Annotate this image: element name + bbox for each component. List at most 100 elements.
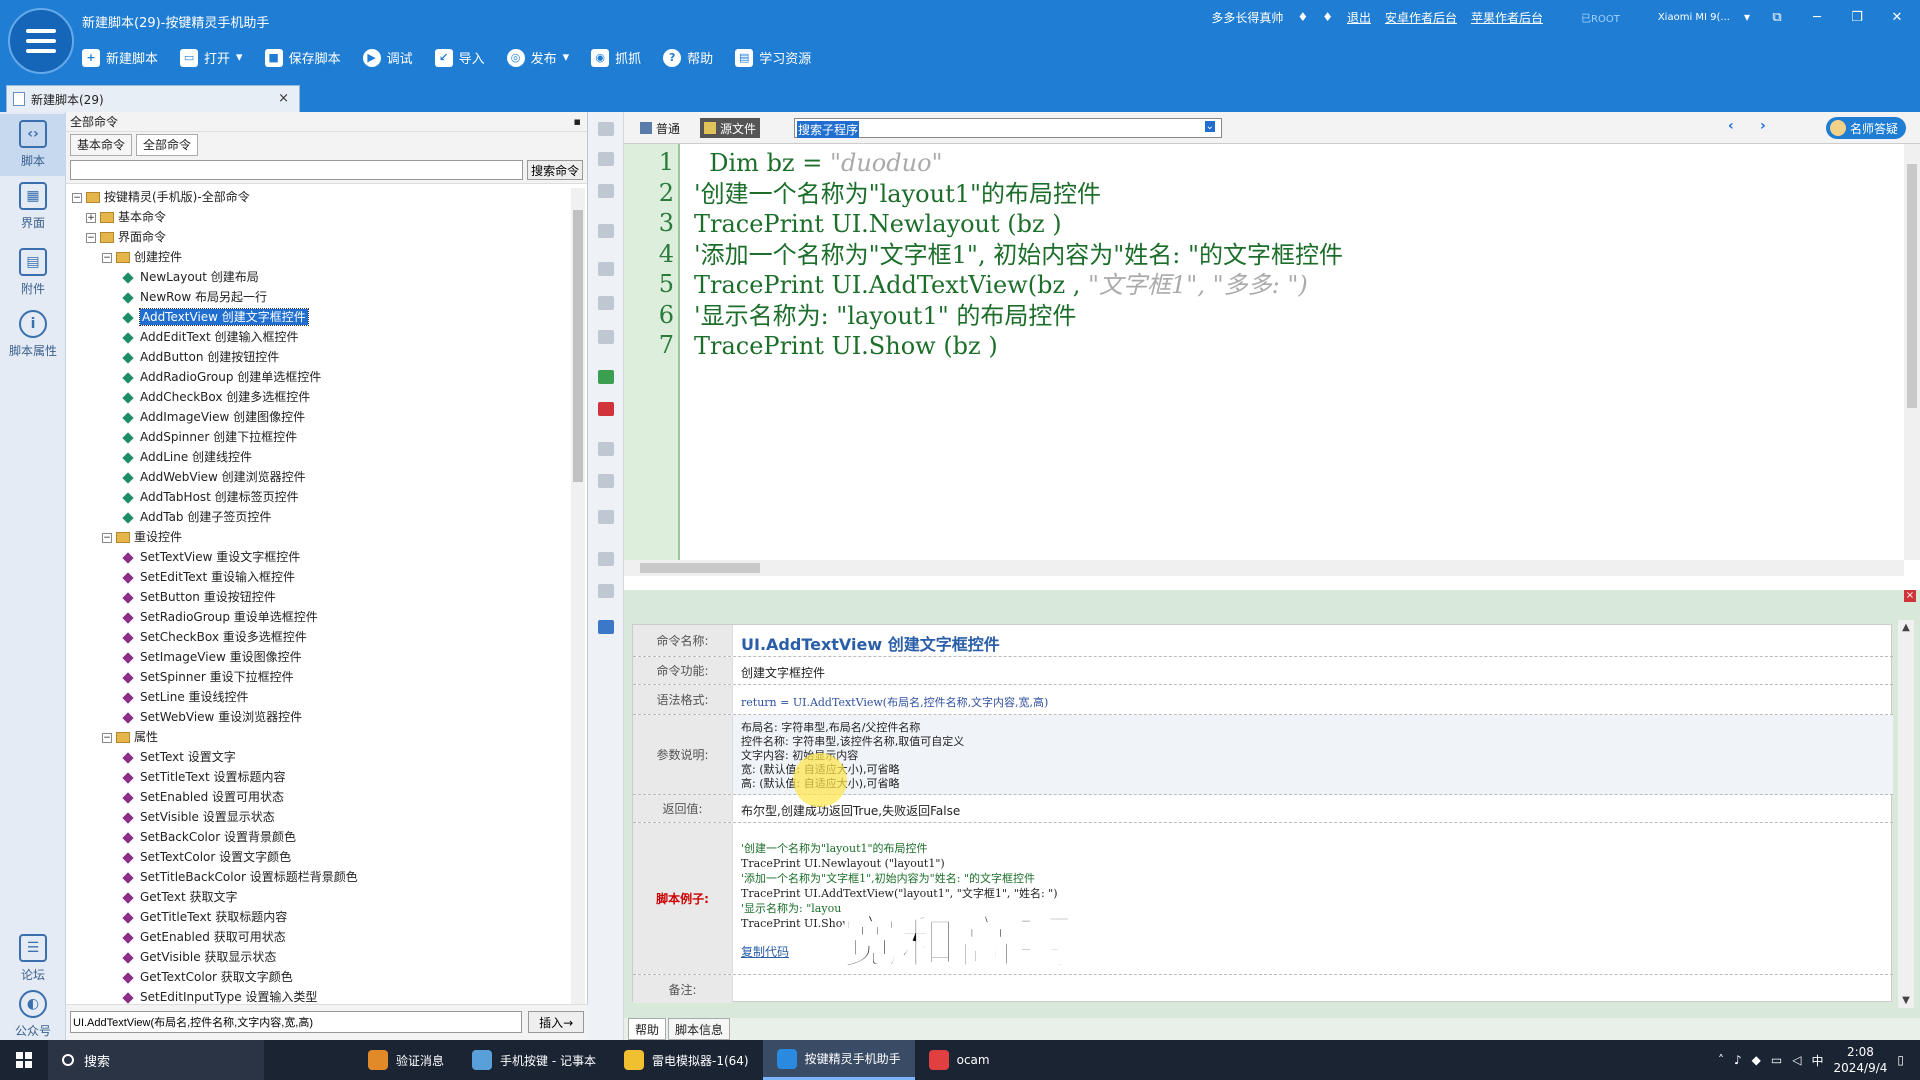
find-icon[interactable]: [598, 552, 614, 566]
tree-scrollbar[interactable]: [571, 188, 585, 1004]
uncomment-icon[interactable]: [598, 402, 614, 416]
nav-forward-icon[interactable]: ›: [1760, 118, 1766, 134]
command-tree-item[interactable]: SetSpinner 重设下拉框控件: [122, 668, 294, 687]
help-panel-scrollbar[interactable]: ▲ ▼: [1898, 620, 1914, 1008]
tab-script-info[interactable]: 脚本信息: [668, 1018, 731, 1040]
start-button[interactable]: [0, 1040, 48, 1080]
code-line[interactable]: '添加一个名称为"文字框1", 初始内容为"姓名: "的文字框控件: [694, 240, 1343, 270]
command-tree-item[interactable]: SetBackColor 设置背景颜色: [122, 828, 296, 847]
command-tree-item[interactable]: AddRadioGroup 创建单选框控件: [122, 368, 321, 387]
tree-scrollbar-thumb[interactable]: [573, 210, 583, 482]
nav-back-icon[interactable]: ‹: [1728, 118, 1734, 134]
command-tree-item[interactable]: AddTextView 创建文字框控件: [122, 308, 309, 327]
volume-icon[interactable]: ◁: [1792, 1053, 1801, 1067]
clipboard-icon[interactable]: [598, 330, 614, 344]
user-name[interactable]: 多多长得真帅: [1211, 9, 1283, 26]
import-button[interactable]: ↙ 导入: [434, 48, 485, 67]
paste-icon[interactable]: [598, 262, 614, 276]
command-search-input[interactable]: [70, 160, 524, 180]
minimize-button[interactable]: ─: [1804, 10, 1830, 25]
command-tree-item[interactable]: NewLayout 创建布局: [122, 268, 259, 287]
maximize-button[interactable]: ❐: [1844, 10, 1870, 25]
command-tree-item[interactable]: SetImageView 重设图像控件: [122, 648, 302, 667]
redo-icon[interactable]: [598, 474, 614, 488]
duplicate-icon[interactable]: [598, 296, 614, 310]
collapse-icon[interactable]: −: [86, 232, 96, 243]
rail-forum[interactable]: ☰ 论坛: [0, 934, 66, 983]
search-command-button[interactable]: 搜索命令: [527, 160, 583, 180]
command-tree-item[interactable]: SetEnabled 设置可用状态: [122, 788, 284, 807]
rail-attachment[interactable]: ▤ 附件: [0, 248, 66, 297]
command-tree-item[interactable]: SetTextColor 设置文字颜色: [122, 848, 291, 867]
rail-script-props[interactable]: i 脚本属性: [0, 310, 66, 359]
mode-source-button[interactable]: 源文件: [700, 118, 761, 138]
command-tree-item[interactable]: SetCheckBox 重设多选框控件: [122, 628, 307, 647]
app-menu-button[interactable]: [8, 8, 74, 74]
command-tree-item[interactable]: SetWebView 重设浏览器控件: [122, 708, 302, 727]
editor-horizontal-scrollbar[interactable]: [624, 560, 1904, 576]
tray-app-icon[interactable]: ◆: [1752, 1053, 1761, 1067]
taskbar-app[interactable]: ocam: [915, 1040, 1004, 1080]
command-tree-group[interactable]: − 重设控件: [102, 528, 182, 547]
command-tree-item[interactable]: GetTitleText 获取标题内容: [122, 908, 287, 927]
notification-icon[interactable]: ▯: [1897, 1053, 1904, 1067]
tab-close-icon[interactable]: ×: [278, 91, 289, 106]
undo-icon[interactable]: [598, 442, 614, 456]
tab-basic-commands[interactable]: 基本命令: [70, 134, 133, 156]
collapse-icon[interactable]: −: [72, 192, 82, 203]
command-tree-item[interactable]: GetTextColor 获取文字颜色: [122, 968, 293, 987]
mode-normal-button[interactable]: 普通: [636, 118, 684, 138]
command-tree-item[interactable]: AddWebView 创建浏览器控件: [122, 468, 306, 487]
restore-layout-icon[interactable]: ⧉: [1764, 10, 1790, 25]
code-line[interactable]: TracePrint UI.Newlayout (bz ): [694, 209, 1062, 239]
rail-wechat[interactable]: ◐ 公众号: [0, 990, 66, 1039]
taskbar-search[interactable]: 搜索: [48, 1040, 264, 1080]
cut-icon[interactable]: [598, 184, 614, 198]
command-tree-group[interactable]: + 基本命令: [86, 208, 166, 227]
code-line[interactable]: '创建一个名称为"layout1"的布局控件: [694, 179, 1101, 209]
scroll-down-icon[interactable]: ▼: [1898, 995, 1914, 1006]
help-button[interactable]: ? 帮助: [663, 48, 713, 67]
command-tree-item[interactable]: SetButton 重设按钮控件: [122, 588, 276, 607]
command-tree-item[interactable]: SetEditText 重设输入框控件: [122, 568, 295, 587]
collapse-icon[interactable]: −: [102, 532, 112, 543]
code-line[interactable]: Dim bz = "duoduo": [694, 148, 942, 178]
editor-vscroll-thumb[interactable]: [1907, 164, 1917, 408]
rail-ui[interactable]: ▦ 界面: [0, 182, 66, 231]
command-tree-item[interactable]: AddButton 创建按钮控件: [122, 348, 279, 367]
subroutine-search-select[interactable]: 搜索子程序 ⌄: [794, 118, 1222, 138]
code-line[interactable]: TracePrint UI.Show (bz ): [694, 331, 998, 361]
command-tree-item[interactable]: SetRadioGroup 重设单选框控件: [122, 608, 318, 627]
expand-icon[interactable]: +: [86, 212, 96, 223]
device-select[interactable]: Xiaomi MI 9(...: [1658, 12, 1730, 23]
command-syntax-input[interactable]: [70, 1011, 523, 1033]
pin-icon[interactable]: ▪: [574, 112, 581, 132]
command-tree-item[interactable]: SetEditInputType 设置输入类型: [122, 988, 317, 1004]
command-tree-item[interactable]: AddEditText 创建输入框控件: [122, 328, 299, 347]
command-tree-item[interactable]: AddTab 创建子签页控件: [122, 508, 271, 527]
goto-icon[interactable]: [598, 510, 614, 524]
capture-button[interactable]: ◉ 抓抓: [591, 48, 641, 67]
new-script-button[interactable]: + 新建脚本: [82, 48, 158, 67]
command-tree-item[interactable]: SetTextView 重设文字框控件: [122, 548, 300, 567]
taskbar-app[interactable]: 手机按键 - 记事本: [458, 1040, 610, 1080]
device-dropdown-icon[interactable]: ▾: [1744, 10, 1750, 24]
document-tab[interactable]: 新建脚本(29) ×: [6, 85, 300, 112]
move-down-icon[interactable]: [598, 122, 614, 136]
code-area[interactable]: Dim bz = "duoduo" '创建一个名称为"layout1"的布局控件 T…: [694, 144, 1874, 560]
command-tree-group[interactable]: − 界面命令: [86, 228, 166, 247]
taskbar-app[interactable]: 验证消息: [354, 1040, 458, 1080]
command-tree-item[interactable]: AddLine 创建线控件: [122, 448, 252, 467]
command-tree-item[interactable]: AddCheckBox 创建多选框控件: [122, 388, 310, 407]
command-tree-item[interactable]: SetVisible 设置显示状态: [122, 808, 275, 827]
debug-button[interactable]: ▶ 调试: [362, 48, 413, 67]
tray-expand-icon[interactable]: ˄: [1718, 1053, 1724, 1067]
teacher-help-button[interactable]: 名师答疑: [1825, 117, 1906, 139]
comment-icon[interactable]: [598, 370, 614, 384]
code-line[interactable]: '显示名称为: "layout1" 的布局控件: [694, 301, 1076, 331]
collapse-icon[interactable]: −: [102, 252, 112, 263]
command-tree-item[interactable]: GetVisible 获取显示状态: [122, 948, 276, 967]
command-tree-group[interactable]: − 创建控件: [102, 248, 182, 267]
vip-icon[interactable]: ♦: [1297, 10, 1308, 24]
help-panel-close-icon[interactable]: ×: [1904, 590, 1916, 602]
